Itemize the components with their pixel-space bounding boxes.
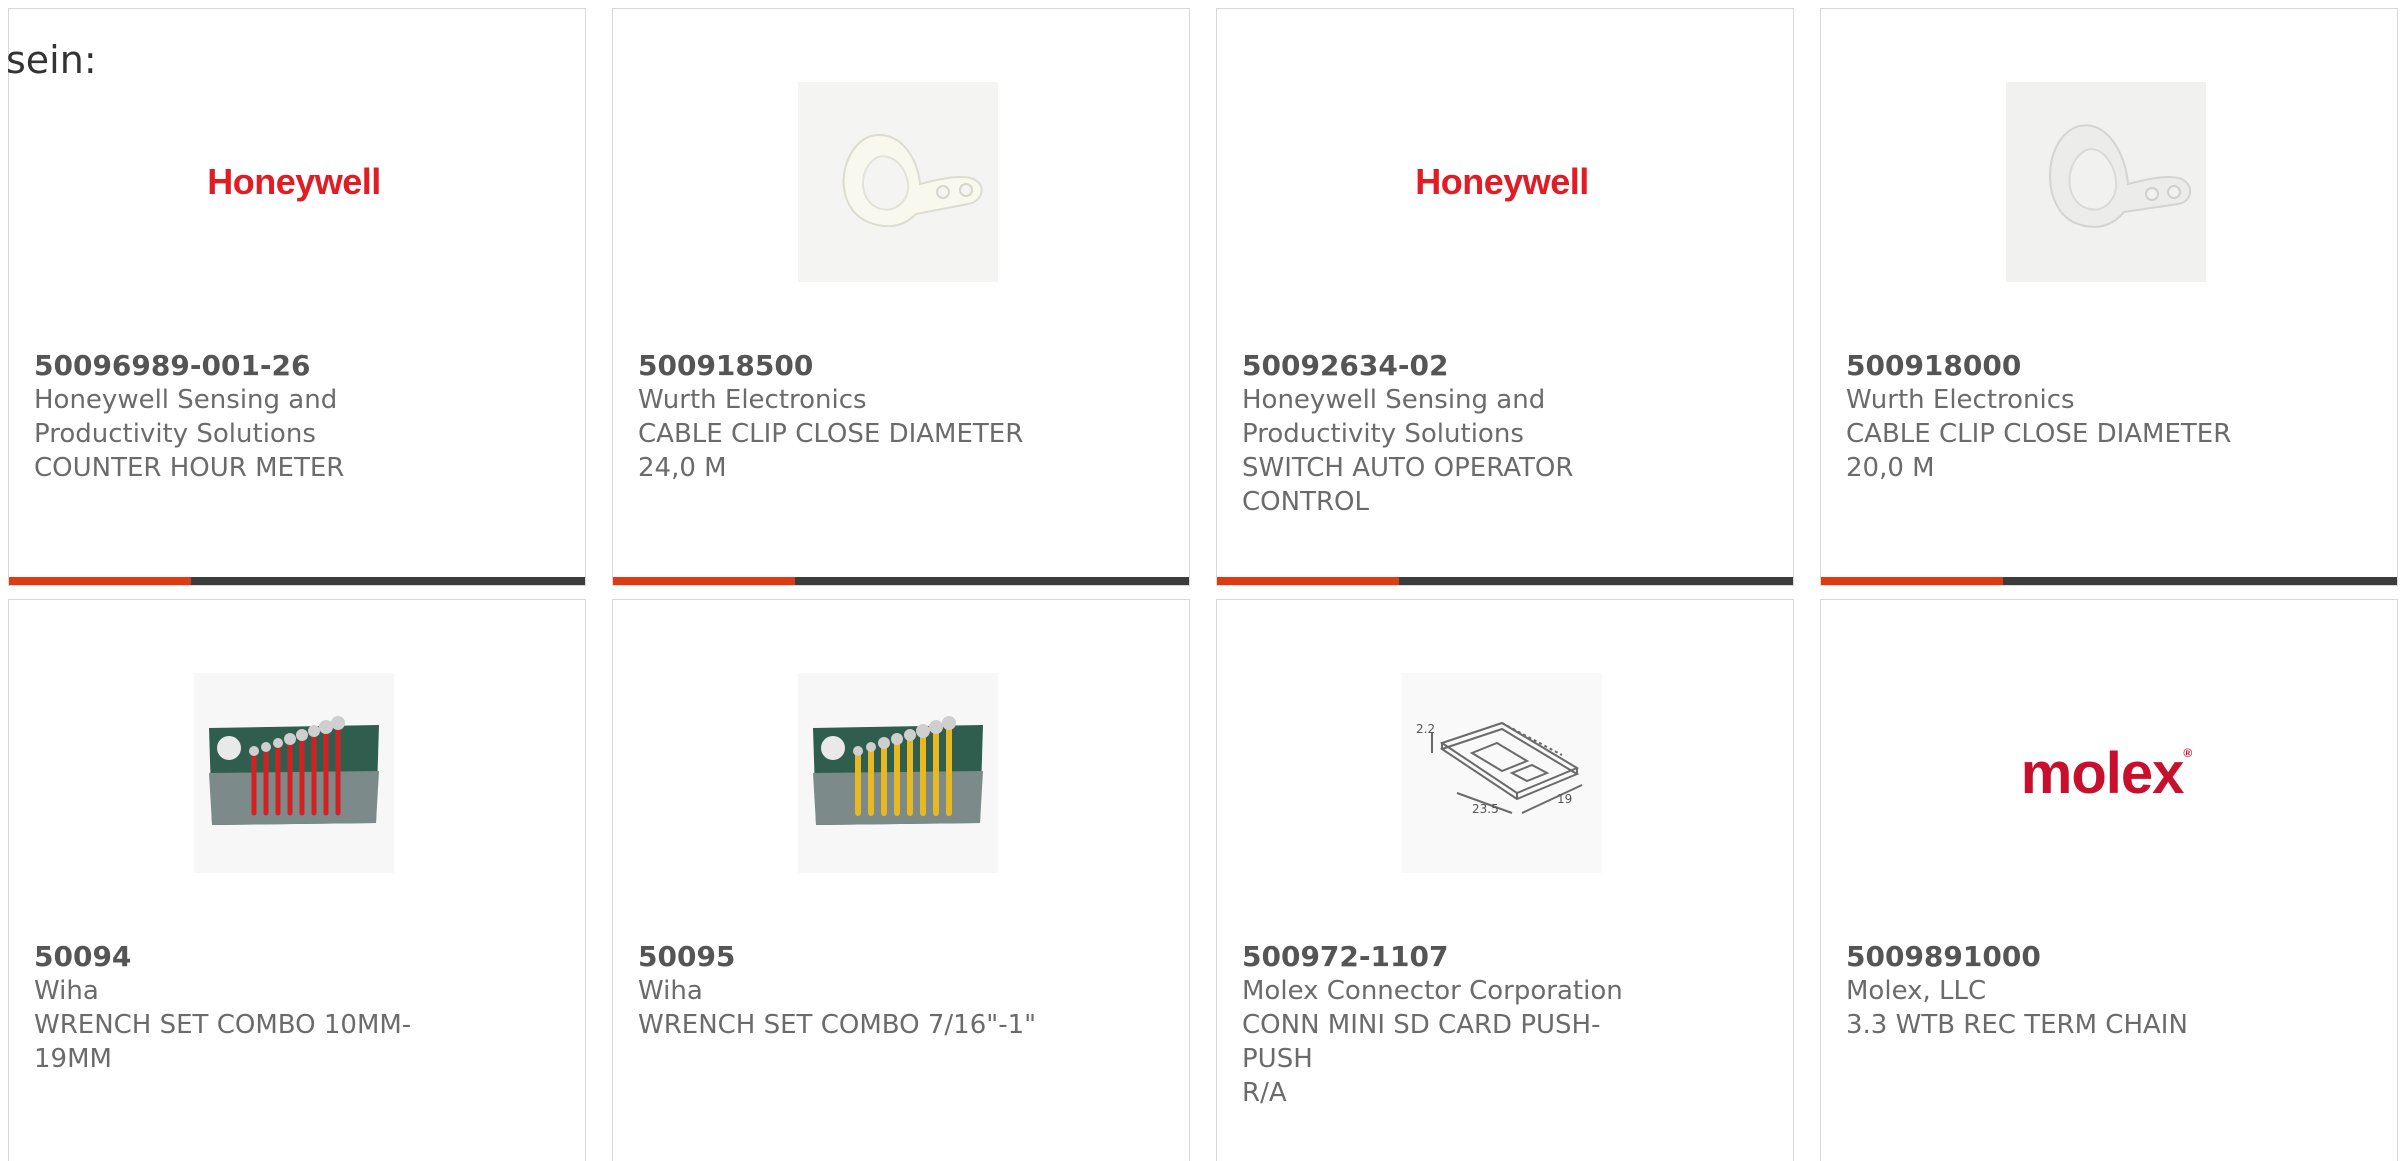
- manufacturer: Wiha: [34, 976, 99, 1006]
- card-bottom-bar: [1217, 577, 1793, 585]
- description-line2: R/A: [1242, 1078, 1287, 1108]
- product-info: 500918500 Wurth Electronics CABLE CLIP C…: [638, 349, 1058, 485]
- product-info: 50092634-02 Honeywell Sensing and Produc…: [1242, 349, 1662, 519]
- card-bottom-bar: [1821, 577, 2397, 585]
- product-card[interactable]: 50095 Wiha WRENCH SET COMBO 7/16"-1": [612, 599, 1190, 1161]
- description-line2: CONTROL: [1242, 487, 1369, 517]
- manufacturer: Molex, LLC: [1846, 976, 1987, 1006]
- connector-drawing-icon: 2.2 23.5 19: [1402, 673, 1602, 873]
- honeywell-logo: Honeywell: [1415, 161, 1589, 202]
- registered-mark-icon: ®: [2183, 745, 2192, 760]
- product-image[interactable]: Honeywell: [1402, 82, 1602, 282]
- product-image[interactable]: [194, 673, 394, 873]
- manufacturer: Honeywell Sensing and: [1242, 385, 1546, 415]
- product-info: 5009891000 Molex, LLC 3.3 WTB REC TERM C…: [1846, 940, 2266, 1042]
- product-info: 50095 Wiha WRENCH SET COMBO 7/16"-1": [638, 940, 1058, 1042]
- card-accent-bar: [9, 577, 191, 585]
- page: sein: Honeywell 50096989-001-26 Honeywel…: [0, 0, 2400, 1161]
- product-info: 500918000 Wurth Electronics CABLE CLIP C…: [1846, 349, 2266, 485]
- product-card[interactable]: 500918000 Wurth Electronics CABLE CLIP C…: [1820, 8, 2398, 586]
- manufacturer-line2: Productivity Solutions: [1242, 419, 1524, 449]
- part-number[interactable]: 50095: [638, 940, 1058, 974]
- manufacturer: Wurth Electronics: [1846, 385, 2075, 415]
- molex-logo: molex®: [2020, 740, 2192, 807]
- intro-text: sein:: [6, 38, 97, 82]
- description: SWITCH AUTO OPERATOR: [1242, 453, 1574, 483]
- product-info: 50096989-001-26 Honeywell Sensing and Pr…: [34, 349, 454, 485]
- description-line2: 20,0 M: [1846, 453, 1935, 483]
- product-info: 500972-1107 Molex Connector Corporation …: [1242, 940, 1662, 1110]
- cable-clip-photo: [798, 82, 998, 282]
- dimension-label: 2.2: [1416, 722, 1435, 736]
- part-number[interactable]: 500918000: [1846, 349, 2266, 383]
- product-card[interactable]: 50094 Wiha WRENCH SET COMBO 10MM- 19MM: [8, 599, 586, 1161]
- product-card[interactable]: molex® 5009891000 Molex, LLC 3.3 WTB REC…: [1820, 599, 2398, 1161]
- description: 3.3 WTB REC TERM CHAIN: [1846, 1010, 2188, 1040]
- card-accent-bar: [1217, 577, 1399, 585]
- description: WRENCH SET COMBO 7/16"-1": [638, 1010, 1037, 1040]
- part-number[interactable]: 50096989-001-26: [34, 349, 454, 383]
- description: COUNTER HOUR METER: [34, 453, 345, 483]
- description-line2: 24,0 M: [638, 453, 727, 483]
- wrench-set-yellow-photo: [798, 673, 998, 873]
- product-image[interactable]: molex®: [2006, 673, 2206, 873]
- sd-card-connector-drawing: 2.2 23.5 19: [1402, 673, 1602, 873]
- product-card[interactable]: Honeywell 50092634-02 Honeywell Sensing …: [1216, 8, 1794, 586]
- manufacturer: Molex Connector Corporation: [1242, 976, 1623, 1006]
- product-card[interactable]: 2.2 23.5 19 500972-1107 Molex Connector …: [1216, 599, 1794, 1161]
- dimension-label: 19: [1557, 792, 1572, 806]
- description: CABLE CLIP CLOSE DIAMETER: [1846, 419, 2232, 449]
- cable-clip-icon: [798, 82, 998, 282]
- part-number[interactable]: 500918500: [638, 349, 1058, 383]
- manufacturer: Wiha: [638, 976, 703, 1006]
- card-bottom-bar: [9, 577, 585, 585]
- part-number[interactable]: 50092634-02: [1242, 349, 1662, 383]
- part-number[interactable]: 500972-1107: [1242, 940, 1662, 974]
- product-image[interactable]: [798, 673, 998, 873]
- description-line2: 19MM: [34, 1044, 112, 1074]
- wrench-set-red-photo: [194, 673, 394, 873]
- cable-clip-photo: [2006, 82, 2206, 282]
- card-accent-bar: [1821, 577, 2003, 585]
- wrench-set-icon: [194, 673, 394, 873]
- product-card[interactable]: 500918500 Wurth Electronics CABLE CLIP C…: [612, 8, 1190, 586]
- description: CABLE CLIP CLOSE DIAMETER: [638, 419, 1024, 449]
- card-bottom-bar: [613, 577, 1189, 585]
- product-image[interactable]: Honeywell: [194, 82, 394, 282]
- description: CONN MINI SD CARD PUSH-PUSH: [1242, 1010, 1601, 1074]
- manufacturer-line2: Productivity Solutions: [34, 419, 316, 449]
- cable-clip-icon: [2006, 82, 2206, 282]
- manufacturer: Wurth Electronics: [638, 385, 867, 415]
- product-image[interactable]: [798, 82, 998, 282]
- card-accent-bar: [613, 577, 795, 585]
- manufacturer: Honeywell Sensing and: [34, 385, 338, 415]
- part-number[interactable]: 5009891000: [1846, 940, 2266, 974]
- dimension-label: 23.5: [1472, 802, 1499, 816]
- product-image[interactable]: 2.2 23.5 19: [1402, 673, 1602, 873]
- product-image[interactable]: [2006, 82, 2206, 282]
- honeywell-logo: Honeywell: [207, 161, 381, 202]
- product-info: 50094 Wiha WRENCH SET COMBO 10MM- 19MM: [34, 940, 454, 1076]
- product-grid: Honeywell 50096989-001-26 Honeywell Sens…: [8, 8, 2400, 1161]
- part-number[interactable]: 50094: [34, 940, 454, 974]
- description: WRENCH SET COMBO 10MM-: [34, 1010, 412, 1040]
- molex-logo-text: molex: [2020, 740, 2185, 806]
- product-card[interactable]: Honeywell 50096989-001-26 Honeywell Sens…: [8, 8, 586, 586]
- wrench-set-icon: [798, 673, 998, 873]
